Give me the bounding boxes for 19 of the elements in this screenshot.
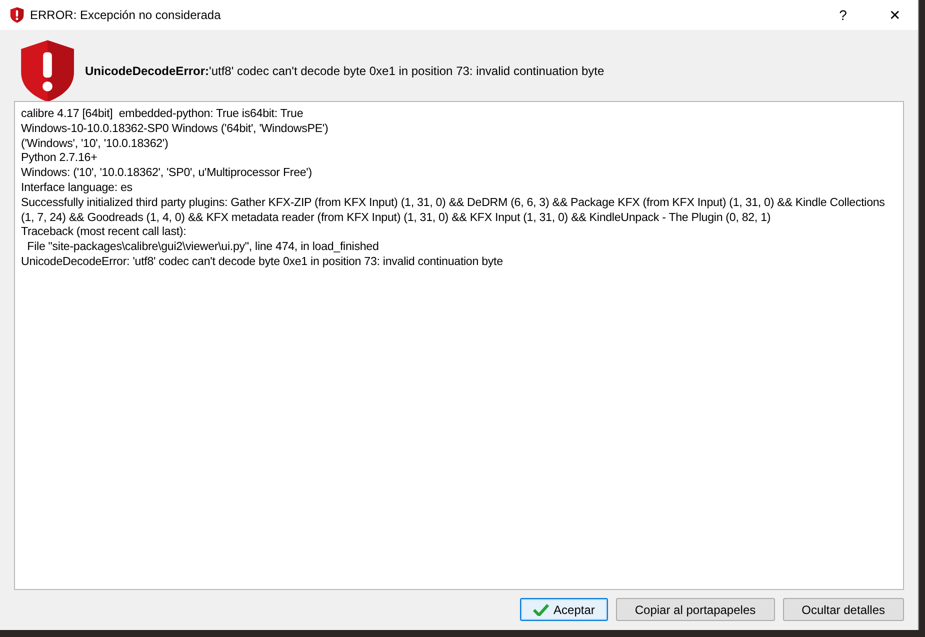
- window-title: ERROR: Excepción no considerada: [30, 8, 222, 22]
- detail-line: Successfully initialized third party plugins: Gather KFX-ZIP (from KFX Input) (1, 31, 0) && DeDRM (6, 6, 3) && Package KFX (from KFX Input) (1, 31, 0) && Kindle Collections (1, 7, 24) && Goodreads (1, 4, 0) && KFX metadata reader (from KFX Input) (1, 31, 0) && KFX Input (1, 31, 0) && KindleUnpack - The Plugin (0, 82, 1): [21, 196, 886, 226]
- detail-line: calibre 4.17 [64bit] embedded-python: True is64bit: True: [21, 107, 304, 122]
- detail-line: UnicodeDecodeError: 'utf8' codec can't decode byte 0xe1 in position 73: invalid continuation byte: [21, 254, 504, 270]
- detail-line: Python 2.7.16+: [21, 151, 98, 166]
- detail-line: Windows-10-10.0.18362-SP0 Windows ('64bit', 'WindowsPE'): [21, 122, 330, 137]
- accept-button[interactable]: Aceptar: [520, 598, 608, 621]
- error-message: UnicodeDecodeError:'utf8' codec can't decode byte 0xe1 in position 73: invalid continuation byte: [85, 64, 604, 78]
- detail-line: ('Windows', '10', '10.0.18362'): [21, 136, 170, 152]
- detail-line: Traceback (most recent call last):: [21, 225, 188, 240]
- close-button[interactable]: ✕: [872, 0, 918, 30]
- detail-line: Interface language: es: [21, 180, 134, 196]
- shield-icon: [10, 7, 24, 23]
- checkmark-icon: [532, 603, 549, 616]
- help-button[interactable]: ?: [820, 0, 866, 30]
- detail-line: File "site-packages\calibre\gui2\viewer\ui.py", line 474, in load_finished: [26, 240, 380, 255]
- detail-line: Windows: ('10', '10.0.18362', 'SP0', u'Multiprocessor Free'): [21, 166, 313, 181]
- hide-details-button[interactable]: Ocultar detalles: [782, 598, 904, 621]
- copy-button[interactable]: Copiar al portapapeles: [616, 598, 775, 621]
